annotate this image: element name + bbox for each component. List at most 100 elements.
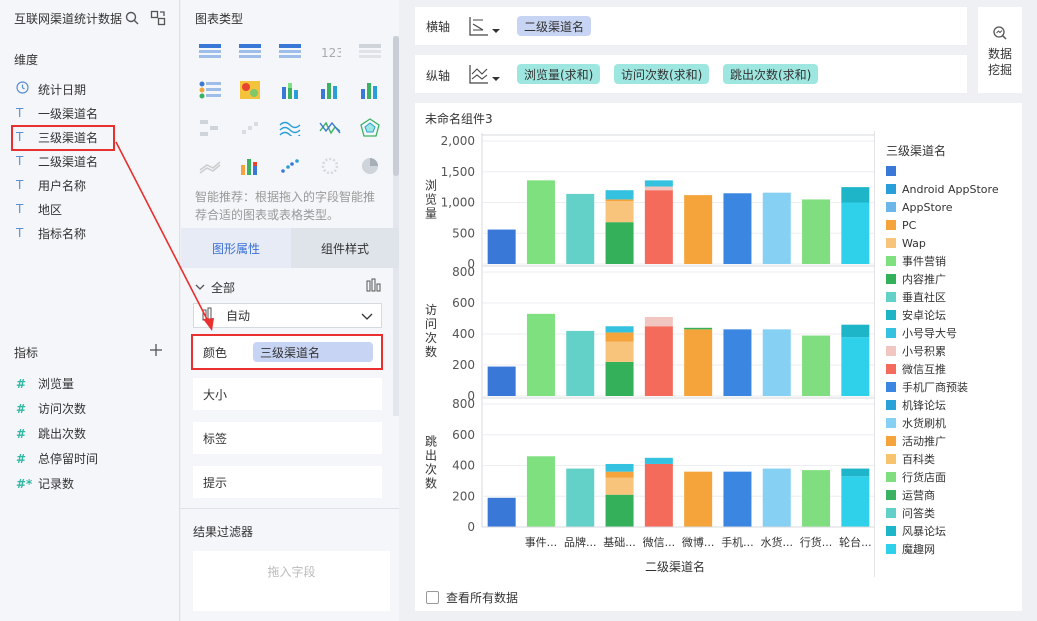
metric-item[interactable]: # 跳出次数 — [16, 421, 176, 446]
bar-segment — [487, 366, 516, 396]
metric-item[interactable]: # 访问次数 — [16, 396, 176, 421]
scatter-chart-icon[interactable] — [272, 150, 308, 182]
legend-item[interactable]: 魔趣网 — [886, 540, 1021, 558]
y-tick-label: 2,000 — [441, 134, 475, 148]
legend-item[interactable]: 小号导大号 — [886, 324, 1021, 342]
legend-item[interactable]: 小号积累 — [886, 342, 1021, 360]
color-bar-chart-icon[interactable] — [232, 150, 268, 182]
list-chart-icon[interactable] — [352, 36, 388, 68]
radar-chart-icon[interactable] — [352, 112, 388, 144]
legend-item[interactable]: Wap — [886, 234, 1021, 252]
y-axis-title-char: 数 — [425, 476, 437, 491]
metric-item[interactable]: #* 记录数 — [16, 471, 176, 496]
filter-drop-zone[interactable]: 拖入字段 — [193, 551, 390, 611]
text-type-icon: T — [16, 226, 24, 240]
pie-chart-icon[interactable] — [352, 150, 388, 182]
checkbox[interactable] — [426, 591, 439, 604]
bar-segment — [762, 329, 791, 396]
legend-item[interactable]: 机锋论坛 — [886, 396, 1021, 414]
dimension-item-label: 地区 — [38, 202, 63, 217]
legend-swatch — [886, 526, 896, 536]
legend-item[interactable]: Android AppStore — [886, 180, 1021, 198]
legend-item[interactable]: 手机厂商预装 — [886, 378, 1021, 396]
legend-label: 小号导大号 — [902, 327, 957, 340]
legend-item[interactable]: 运营商 — [886, 486, 1021, 504]
table-chart-icon[interactable] — [272, 36, 308, 68]
y-axis-title-char: 问 — [425, 317, 437, 331]
bar-segment — [841, 337, 870, 396]
legend-item[interactable]: 事件营销 — [886, 252, 1021, 270]
add-metric-icon[interactable] — [149, 343, 163, 360]
search-icon[interactable] — [124, 10, 140, 29]
legend-label: 小号积累 — [902, 345, 946, 358]
area-line-chart-icon[interactable] — [192, 150, 228, 182]
dimension-item[interactable]: T 指标名称 — [16, 221, 176, 245]
number-chart-icon[interactable]: 123 — [312, 36, 348, 68]
marks-all-label: 全部 — [211, 281, 236, 295]
text-type-icon: T — [16, 154, 24, 168]
legend-item[interactable] — [886, 162, 1021, 180]
legend-item[interactable]: 微信互推 — [886, 360, 1021, 378]
bar-chart-icon[interactable] — [366, 278, 382, 295]
y-field-pill[interactable]: 浏览量(求和) — [517, 64, 601, 84]
bar-chart-icon[interactable] — [312, 74, 348, 106]
legend-item[interactable]: 活动推广 — [886, 432, 1021, 450]
legend-item[interactable]: AppStore — [886, 198, 1021, 216]
dimension-item[interactable]: T 用户名称 — [16, 173, 176, 197]
heatmap-chart-icon[interactable] — [232, 74, 268, 106]
y-tick-label: 800 — [452, 265, 475, 279]
metric-item[interactable]: # 总停留时间 — [16, 446, 176, 471]
x-field-pill[interactable]: 二级渠道名 — [517, 16, 592, 36]
tab-graph-properties[interactable]: 图形属性 — [181, 228, 291, 268]
bar-segment — [644, 180, 673, 187]
bar-segment — [723, 193, 752, 264]
y-field-pill[interactable]: 访问次数(求和) — [614, 64, 710, 84]
dimension-item[interactable]: T 地区 — [16, 197, 176, 221]
tip-property-row[interactable]: 提示 — [193, 466, 382, 498]
bar-segment — [762, 192, 791, 264]
dot-ring-chart-icon[interactable] — [312, 150, 348, 182]
legend-item[interactable]: PC — [886, 216, 1021, 234]
metric-item[interactable]: # 浏览量 — [16, 371, 176, 396]
chart-type-scrollbar[interactable] — [393, 36, 399, 416]
legend-item[interactable]: 百科类 — [886, 450, 1021, 468]
table-chart-icon[interactable] — [232, 36, 268, 68]
legend-item[interactable]: 风暴论坛 — [886, 522, 1021, 540]
legend-item[interactable]: 问答类 — [886, 504, 1021, 522]
number-type-icon: # — [16, 376, 27, 391]
wave-chart-icon[interactable] — [272, 112, 308, 144]
legend-item[interactable]: 安卓论坛 — [886, 306, 1021, 324]
metric-list: # 浏览量 # 访问次数 # 跳出次数 # 总停留时间 #* 记录数 — [16, 371, 176, 496]
tag-property-row[interactable]: 标签 — [193, 422, 382, 454]
dimension-item[interactable]: T 二级渠道名 — [16, 149, 176, 173]
mini-table-chart-icon[interactable] — [192, 112, 228, 144]
scatter-stair-chart-icon[interactable] — [232, 112, 268, 144]
text-type-icon: T — [16, 178, 24, 192]
size-property-row[interactable]: 大小 — [193, 378, 382, 410]
legend-swatch — [886, 472, 896, 482]
legend-item[interactable]: 行货店面 — [886, 468, 1021, 486]
tab-component-style[interactable]: 组件样式 — [291, 228, 399, 268]
marks-all-row[interactable]: 全部 — [195, 279, 235, 296]
table-chart-icon[interactable] — [192, 36, 228, 68]
show-all-data-toggle[interactable]: 查看所有数据 — [426, 589, 518, 606]
dots-table-chart-icon[interactable] — [192, 74, 228, 106]
metric-item-label: 总停留时间 — [38, 452, 99, 466]
y-field-pill[interactable]: 跳出次数(求和) — [723, 64, 819, 84]
axis-type-icon[interactable] — [468, 15, 502, 40]
stacked-bar-chart-icon[interactable] — [272, 74, 308, 106]
mark-type-select[interactable]: 自动 — [193, 303, 382, 328]
legend-swatch — [886, 544, 896, 554]
legend-item[interactable]: 水货刷机 — [886, 414, 1021, 432]
data-mining-button[interactable]: 数据挖掘 — [978, 7, 1022, 93]
axis-type-icon[interactable] — [468, 63, 502, 88]
dimension-item[interactable]: 统计日期 — [16, 77, 176, 101]
radar-line-chart-icon[interactable] — [312, 112, 348, 144]
legend-item[interactable]: 内容推广 — [886, 270, 1021, 288]
legend-item[interactable]: 垂直社区 — [886, 288, 1021, 306]
bar-chart-icon[interactable] — [352, 74, 388, 106]
dimension-item[interactable]: T 一级渠道名 — [16, 101, 176, 125]
switch-dataset-icon[interactable] — [150, 10, 166, 29]
y-tick-label: 500 — [452, 226, 475, 240]
bar-segment — [802, 335, 831, 396]
